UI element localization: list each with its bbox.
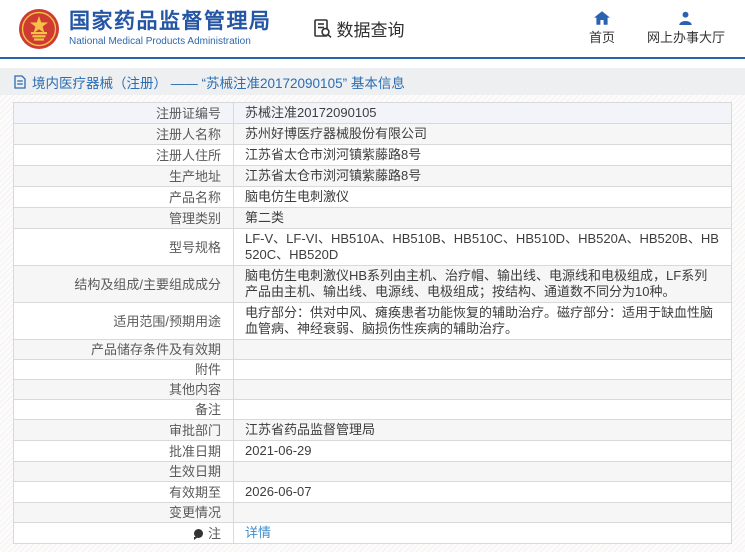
user-icon	[678, 11, 693, 25]
row-label: 注册人住所	[14, 145, 234, 165]
info-table: 注册证编号 苏械注准20172090105 注册人名称 苏州好博医疗器械股份有限公司注…	[13, 102, 732, 544]
row-label: 生效日期	[14, 462, 234, 481]
nav-home[interactable]: 首页	[589, 11, 615, 46]
row-label: 产品储存条件及有效期	[14, 340, 234, 359]
site-logo: 国家药品监督管理局 National Medical Products Admi…	[18, 8, 272, 50]
row-value: 脑电仿生电刺激仪	[245, 189, 350, 204]
row-label-text: 有效期至	[168, 484, 221, 500]
row-value: 江苏省太仓市浏河镇紫藤路8号	[245, 168, 422, 183]
row-value	[234, 360, 731, 379]
table-row: 型号规格 LF-V、LF-VI、HB510A、HB510B、HB510C、HB51…	[14, 228, 731, 265]
row-label-text: 管理类别	[168, 210, 221, 226]
row-label: 备注	[14, 400, 234, 419]
row-value: 电疗部分：供对中风、瘫痪患者功能恢复的辅助治疗。磁疗部分：适用于缺血性脑血管病、…	[245, 305, 714, 336]
row-label-text: 附件	[194, 362, 221, 377]
table-row: 产品储存条件及有效期	[14, 339, 731, 359]
row-label-text: 产品名称	[168, 189, 221, 205]
row-label: 审批部门	[14, 420, 234, 440]
row-label-text: 注册人住所	[155, 147, 221, 163]
row-label: 适用范围/预期用途	[14, 303, 234, 339]
row-label: 其他内容	[14, 380, 234, 399]
document-icon	[14, 74, 26, 89]
row-value: 脑电仿生电刺激仪HB系列由主机、治疗帽、输出线、电源线和电极组成，LF系列产品由…	[245, 268, 708, 299]
row-label-text: 批准日期	[168, 443, 221, 459]
details-link[interactable]: 详情	[245, 525, 271, 541]
row-label-text: 审批部门	[168, 422, 221, 438]
row-value: 江苏省药品监督管理局	[245, 422, 376, 437]
row-label-text: 注册人名称	[155, 126, 221, 142]
row-label: 注册人名称	[14, 124, 234, 144]
header-nav: 首页 网上办事大厅	[589, 11, 745, 46]
row-label: 变更情况	[14, 503, 234, 522]
breadcrumb-text: 境内医疗器械（注册） —— “苏械注准20172090105” 基本信息	[32, 75, 405, 91]
row-label: 注	[14, 523, 234, 543]
row-value: 详情	[234, 523, 731, 543]
row-label: 有效期至	[14, 482, 234, 502]
table-row: 其他内容	[14, 379, 731, 399]
home-icon	[593, 11, 610, 25]
row-label-text: 其他内容	[168, 382, 221, 397]
national-emblem-icon	[18, 8, 60, 50]
row-value	[234, 462, 731, 481]
row-label: 结构及组成/主要组成成分	[14, 266, 234, 302]
header: 国家药品监督管理局 National Medical Products Admi…	[0, 0, 745, 59]
nav-home-label: 首页	[588, 30, 615, 45]
row-value: LF-V、LF-VI、HB510A、HB510B、HB510C、HB510D、H…	[245, 231, 719, 262]
note-icon	[193, 528, 203, 540]
row-label: 注册证编号	[14, 103, 234, 123]
data-query-section[interactable]: 数据查询	[312, 16, 405, 41]
row-value	[234, 503, 731, 522]
row-value	[234, 340, 731, 359]
row-label-text: 产品储存条件及有效期	[90, 342, 221, 357]
table-row: 有效期至 2026-06-07	[14, 481, 731, 502]
row-label-text: 变更情况	[168, 505, 221, 520]
table-row: 结构及组成/主要组成成分 脑电仿生电刺激仪HB系列由主机、治疗帽、输出线、电源线和…	[14, 265, 731, 302]
row-value	[234, 380, 731, 399]
row-value: 2026-06-07	[245, 484, 312, 499]
table-row: 注册人名称 苏州好博医疗器械股份有限公司	[14, 123, 731, 144]
row-label: 型号规格	[14, 229, 234, 265]
table-row: 备注	[14, 399, 731, 419]
site-title-block: 国家药品监督管理局 National Medical Products Admi…	[69, 10, 272, 46]
table-row: 注 详情	[14, 522, 731, 543]
row-value: 第二类	[245, 210, 285, 225]
row-label-text: 备注	[194, 402, 221, 417]
row-label: 附件	[14, 360, 234, 379]
nav-service-hall-label: 网上办事大厅	[646, 30, 725, 45]
nav-service-hall[interactable]: 网上办事大厅	[647, 11, 725, 46]
row-label-text: 型号规格	[168, 239, 221, 255]
data-query-label: 数据查询	[336, 21, 405, 40]
row-label: 产品名称	[14, 187, 234, 207]
table-row: 附件	[14, 359, 731, 379]
breadcrumb: 境内医疗器械（注册） —— “苏械注准20172090105” 基本信息	[0, 68, 745, 95]
table-row: 管理类别 第二类	[14, 207, 731, 228]
row-label: 批准日期	[14, 441, 234, 461]
row-value: 2021-06-29	[245, 443, 312, 458]
row-label-text: 生产地址	[168, 168, 221, 184]
site-subtitle: National Medical Products Administration	[69, 35, 251, 47]
row-value	[234, 400, 731, 419]
table-row: 生效日期	[14, 461, 731, 481]
row-value: 苏州好博医疗器械股份有限公司	[245, 126, 428, 141]
table-row: 注册证编号 苏械注准20172090105	[14, 103, 731, 123]
page-content: 境内医疗器械（注册） —— “苏械注准20172090105” 基本信息 注册证…	[0, 68, 745, 552]
row-label-text: 适用范围/预期用途	[113, 313, 221, 329]
table-row: 产品名称 脑电仿生电刺激仪	[14, 186, 731, 207]
table-row: 变更情况	[14, 502, 731, 522]
row-label-text: 注	[207, 525, 221, 541]
row-label-text: 结构及组成/主要组成成分	[74, 276, 221, 292]
table-row: 适用范围/预期用途 电疗部分：供对中风、瘫痪患者功能恢复的辅助治疗。磁疗部分：适用…	[14, 302, 731, 339]
row-value: 江苏省太仓市浏河镇紫藤路8号	[245, 147, 422, 162]
row-label-text: 注册证编号	[155, 105, 221, 121]
row-value: 苏械注准20172090105	[245, 105, 377, 120]
table-row: 批准日期 2021-06-29	[14, 440, 731, 461]
data-query-icon	[312, 18, 333, 39]
row-label: 管理类别	[14, 208, 234, 228]
row-label: 生产地址	[14, 166, 234, 186]
table-row: 注册人住所 江苏省太仓市浏河镇紫藤路8号	[14, 144, 731, 165]
row-label-text: 生效日期	[168, 464, 221, 479]
table-row: 审批部门 江苏省药品监督管理局	[14, 419, 731, 440]
site-title: 国家药品监督管理局	[69, 10, 272, 34]
table-row: 生产地址 江苏省太仓市浏河镇紫藤路8号	[14, 165, 731, 186]
